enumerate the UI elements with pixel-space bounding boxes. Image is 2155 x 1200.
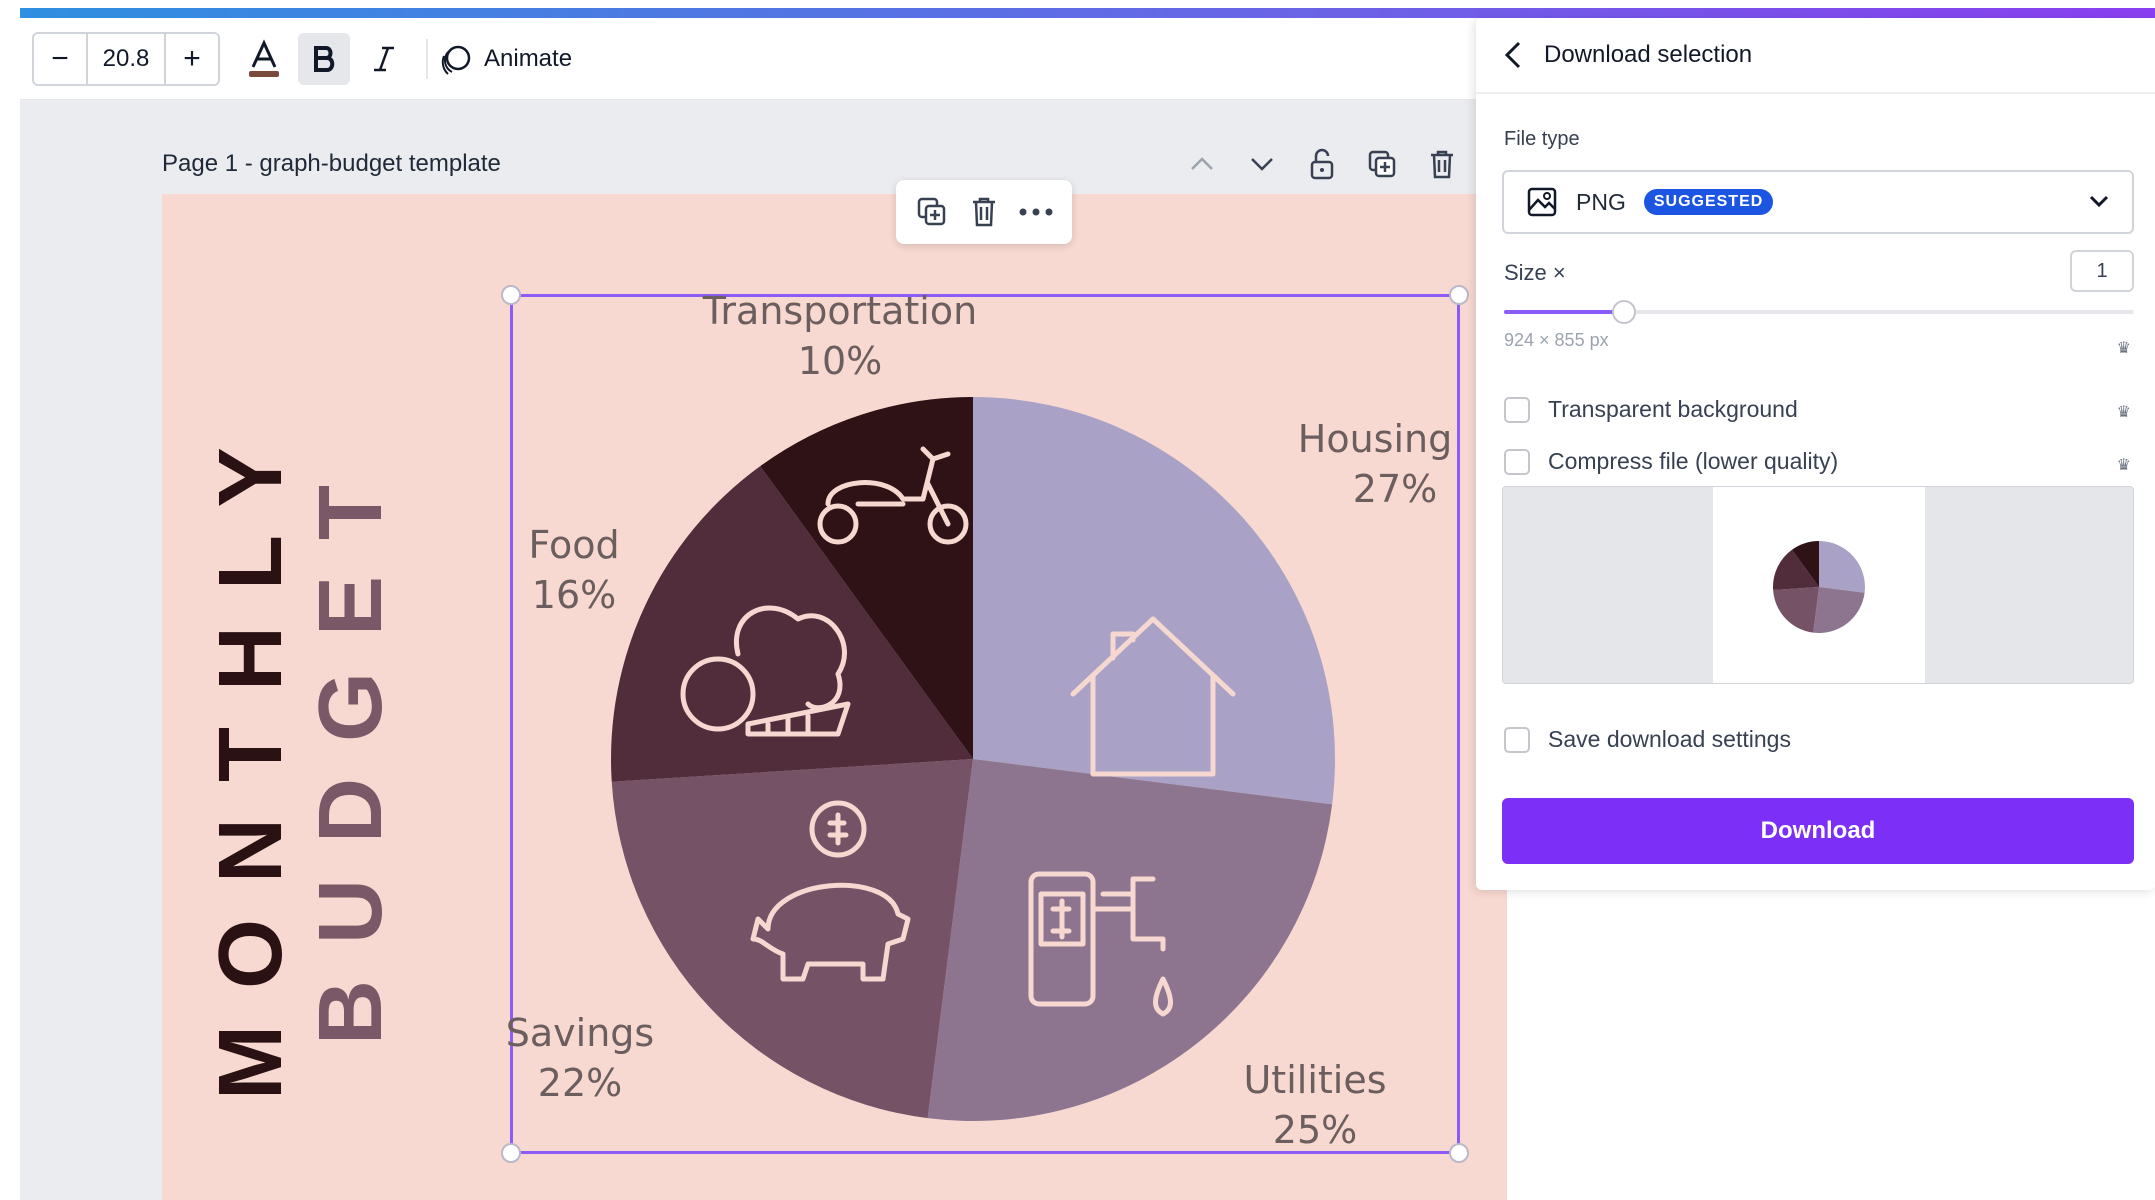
- file-type-select[interactable]: PNG SUGGESTED: [1502, 170, 2134, 234]
- resize-handle-top-right[interactable]: [1449, 285, 1469, 305]
- unlock-icon: [1310, 148, 1334, 180]
- label-transportation-name: Transportation: [702, 289, 978, 333]
- size-slider[interactable]: [1504, 300, 2134, 324]
- transparent-background-checkbox[interactable]: [1504, 396, 1530, 423]
- crown-icon: ♛: [2116, 340, 2131, 357]
- delete-page-icon: [1431, 150, 1453, 179]
- duplicate-element-button[interactable]: [912, 192, 952, 232]
- animate-label: Animate: [484, 44, 573, 72]
- file-type-value: PNG: [1576, 188, 1626, 215]
- suggested-badge: SUGGESTED: [1643, 189, 1774, 215]
- title-budget[interactable]: BUDGET: [300, 449, 403, 1045]
- size-row: Size × 1: [1504, 250, 2134, 294]
- download-button[interactable]: Download: [1502, 798, 2134, 864]
- delete-element-button[interactable]: [964, 192, 1004, 232]
- back-chevron-icon[interactable]: [1504, 40, 1522, 70]
- more-options-button[interactable]: [1016, 192, 1056, 232]
- size-slider-fill: [1504, 310, 1624, 314]
- move-page-down-button[interactable]: [1242, 146, 1282, 182]
- label-utilities-name: Utilities: [1243, 1058, 1387, 1102]
- bold-icon: [314, 45, 335, 72]
- chevron-down-icon: [1251, 158, 1273, 171]
- move-page-up-button[interactable]: [1182, 146, 1222, 182]
- label-utilities: Utilities 25%: [1230, 1055, 1400, 1155]
- save-settings-option[interactable]: Save download settings: [1504, 726, 1791, 753]
- label-savings-name: Savings: [505, 1011, 655, 1055]
- preview-slice-utilities: [1813, 587, 1865, 633]
- delete-page-button[interactable]: [1422, 146, 1462, 182]
- element-floating-toolbar: [896, 180, 1072, 244]
- lock-page-button[interactable]: [1302, 146, 1342, 182]
- font-size-input[interactable]: 20.8: [86, 33, 166, 84]
- text-color-button[interactable]: [238, 33, 290, 85]
- crown-icon: ♛: [2116, 457, 2131, 474]
- resize-handle-bottom-right[interactable]: [1449, 1143, 1469, 1163]
- label-food-value: 16%: [531, 573, 617, 617]
- top-accent-bar: [20, 8, 2155, 18]
- panel-title: Download selection: [1544, 41, 1753, 68]
- pie-slice-housing: [973, 397, 1335, 805]
- preview-thumbnail: [1713, 487, 1925, 683]
- chevron-up-icon: [1191, 157, 1213, 170]
- label-housing-value: 27%: [1352, 467, 1438, 511]
- label-savings: Savings 22%: [505, 1008, 655, 1108]
- text-color-icon: [249, 38, 279, 77]
- preview-slice-housing: [1819, 541, 1865, 593]
- duplicate-page-button[interactable]: [1362, 146, 1402, 182]
- preview-pie: [1773, 541, 1865, 633]
- export-dimensions: 924 × 855 px: [1504, 330, 1609, 350]
- resize-handle-top-left[interactable]: [501, 285, 521, 305]
- chevron-down-icon: [2089, 195, 2109, 208]
- more-icon: [1019, 208, 1053, 216]
- size-label: Size ×: [1504, 260, 1566, 285]
- resize-handle-bottom-left[interactable]: [501, 1143, 521, 1163]
- download-preview: [1502, 486, 2134, 684]
- preview-slice-savings: [1773, 587, 1819, 633]
- size-input[interactable]: 1: [2070, 250, 2134, 292]
- label-food: Food 16%: [514, 520, 634, 620]
- page-header: Page 1 - graph-budget template: [162, 146, 1462, 182]
- italic-icon: [374, 46, 394, 71]
- bold-button[interactable]: [298, 32, 350, 85]
- download-panel: Download selection File type PNG SUGGEST…: [1476, 18, 2155, 890]
- budget-pie-chart[interactable]: [608, 394, 1338, 1124]
- save-settings-checkbox[interactable]: [1504, 726, 1530, 753]
- crown-icon: ♛: [2116, 404, 2131, 421]
- label-transportation: Transportation 10%: [700, 286, 980, 386]
- transparent-background-option[interactable]: Transparent background: [1504, 396, 1798, 423]
- label-savings-value: 22%: [537, 1061, 623, 1105]
- compress-file-checkbox[interactable]: [1504, 448, 1530, 475]
- text-toolbar: − 20.8 + Animate: [20, 18, 1480, 100]
- save-settings-label: Save download settings: [1548, 726, 1791, 752]
- image-file-icon: [1527, 187, 1557, 217]
- compress-file-option[interactable]: Compress file (lower quality): [1504, 448, 1838, 475]
- decrease-font-size-button[interactable]: −: [34, 33, 86, 84]
- page-title[interactable]: Page 1 - graph-budget template: [162, 150, 501, 178]
- label-housing: Housing 27%: [1295, 414, 1455, 514]
- label-transportation-value: 10%: [797, 339, 883, 383]
- size-slider-thumb[interactable]: [1611, 300, 1636, 324]
- duplicate-icon: [917, 197, 946, 226]
- font-size-stepper: − 20.8 +: [32, 31, 220, 86]
- pie-slice-savings: [611, 759, 973, 1119]
- title-monthly[interactable]: MONTHLY: [200, 411, 303, 1100]
- label-housing-name: Housing: [1297, 417, 1453, 461]
- compress-file-label: Compress file (lower quality): [1548, 448, 1839, 474]
- page-actions: [1182, 146, 1462, 182]
- label-utilities-value: 25%: [1272, 1108, 1358, 1152]
- label-food-name: Food: [528, 523, 620, 567]
- italic-button[interactable]: [358, 33, 410, 85]
- animate-button[interactable]: Animate: [440, 42, 572, 76]
- file-type-label: File type: [1504, 128, 1580, 150]
- transparent-background-label: Transparent background: [1548, 396, 1798, 422]
- panel-header: Download selection: [1476, 18, 2155, 94]
- duplicate-page-icon: [1368, 150, 1396, 178]
- increase-font-size-button[interactable]: +: [166, 33, 218, 84]
- toolbar-divider: [426, 38, 428, 79]
- delete-icon: [973, 197, 995, 227]
- animate-icon: [441, 45, 471, 75]
